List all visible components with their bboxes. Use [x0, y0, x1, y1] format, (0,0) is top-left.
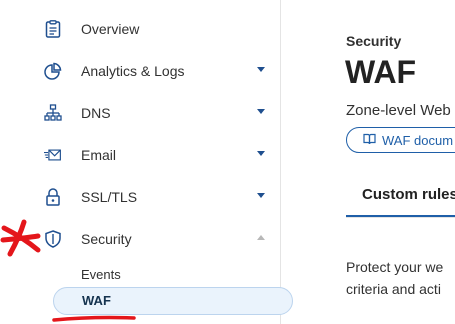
- tab-active-indicator: [346, 215, 455, 217]
- waf-docs-label: WAF docum: [382, 132, 454, 148]
- waf-docs-button[interactable]: WAF docum: [346, 127, 455, 153]
- sidebar-item-ssl-tls[interactable]: SSL/TLS: [0, 179, 281, 215]
- annotation-underline: [52, 315, 136, 322]
- sidebar-item-overview[interactable]: Overview: [0, 11, 281, 47]
- network-icon: [44, 104, 62, 122]
- sidebar-item-label: Overview: [81, 21, 140, 37]
- sidebar-item-dns[interactable]: DNS: [0, 95, 281, 131]
- sidebar-item-label: SSL/TLS: [81, 189, 138, 205]
- pie-chart-icon: [44, 62, 62, 80]
- description-text: Protect your we criteria and acti: [346, 256, 443, 300]
- chevron-down-icon[interactable]: [257, 151, 265, 156]
- main-content: Security WAF Zone-level Web WAF docum Cu…: [282, 0, 455, 324]
- sidebar-item-label: Analytics & Logs: [81, 63, 185, 79]
- clipboard-icon: [44, 20, 62, 38]
- description-line: Protect your we: [346, 259, 444, 275]
- email-icon: [44, 146, 62, 164]
- sidebar-item-label: Security: [81, 231, 132, 247]
- sidebar: Overview Analytics & Logs DNS Email SSL/…: [0, 0, 293, 324]
- sidebar-subitem-waf-label[interactable]: WAF: [82, 293, 111, 308]
- annotation-star-icon: [0, 219, 41, 257]
- sidebar-subitem-events[interactable]: Events: [81, 267, 121, 282]
- tab-custom-rules[interactable]: Custom rules: [362, 186, 455, 203]
- page-title: WAF: [345, 54, 417, 90]
- breadcrumb[interactable]: Security: [346, 33, 401, 49]
- shield-icon: [44, 230, 62, 248]
- chevron-down-icon[interactable]: [257, 109, 265, 114]
- sidebar-item-label: DNS: [81, 105, 111, 121]
- description-line: criteria and acti: [346, 281, 441, 297]
- chevron-up-icon[interactable]: [257, 235, 265, 240]
- chevron-down-icon[interactable]: [257, 67, 265, 72]
- sidebar-item-security[interactable]: Security: [0, 221, 281, 257]
- sidebar-item-label: Email: [81, 147, 117, 163]
- sidebar-item-analytics[interactable]: Analytics & Logs: [0, 53, 281, 89]
- sidebar-item-email[interactable]: Email: [0, 137, 281, 173]
- chevron-down-icon[interactable]: [257, 193, 265, 198]
- lock-icon: [44, 188, 62, 206]
- page-subtitle: Zone-level Web: [346, 102, 451, 119]
- book-icon: [363, 133, 376, 148]
- tab-divider: [346, 217, 455, 218]
